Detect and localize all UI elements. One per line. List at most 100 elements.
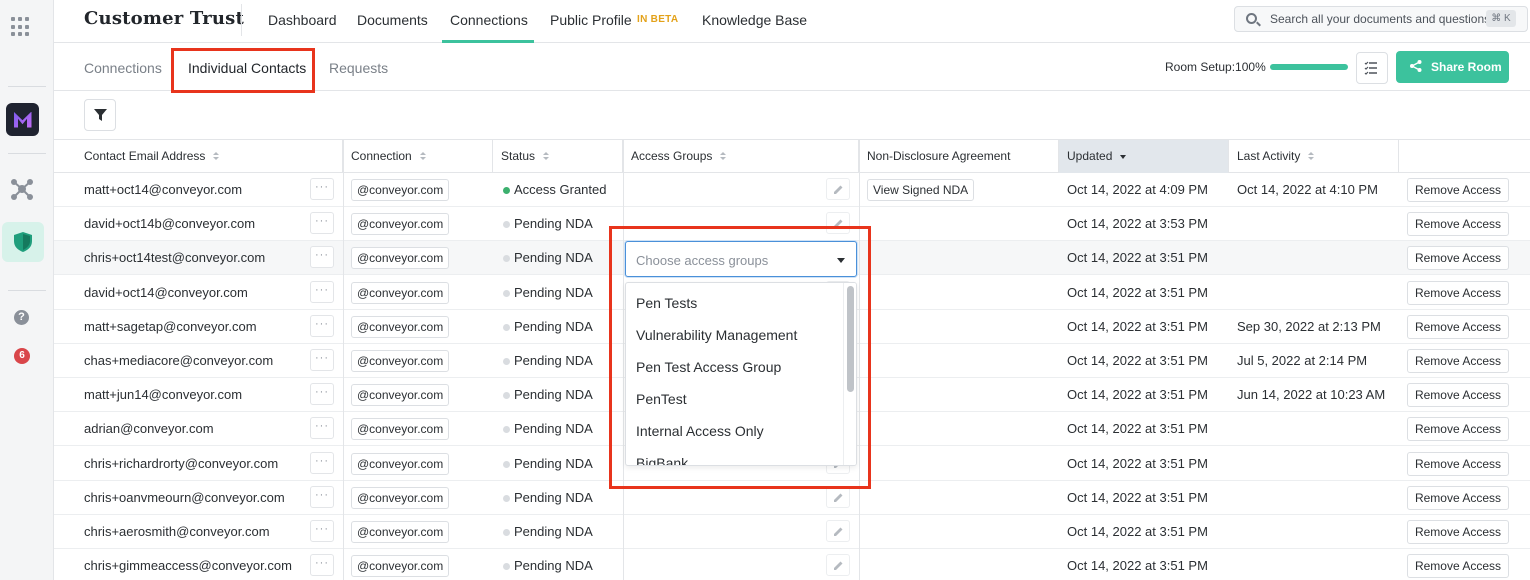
- nav-public-profile[interactable]: Public Profile: [550, 12, 632, 28]
- row-more-button[interactable]: ···: [310, 281, 334, 303]
- connection-chip: @conveyor.com: [351, 487, 450, 509]
- status-text: Access Granted: [514, 182, 607, 197]
- checklist-icon: [1364, 61, 1377, 75]
- last-activity-date: Oct 14, 2022 at 4:10 PM: [1237, 182, 1378, 197]
- status-dot: [503, 426, 510, 433]
- connection-chip: @conveyor.com: [351, 555, 450, 577]
- tab-requests[interactable]: Requests: [329, 60, 388, 76]
- remove-access-button[interactable]: Remove Access: [1407, 212, 1509, 236]
- contact-email: matt+jun14@conveyor.com: [84, 387, 243, 402]
- customer-trust-nav-button[interactable]: [2, 222, 44, 262]
- remove-access-button[interactable]: Remove Access: [1407, 383, 1509, 407]
- search-icon: [1246, 13, 1257, 24]
- remove-access-button[interactable]: Remove Access: [1407, 178, 1509, 202]
- top-navigation: Customer Trust Dashboard Documents Conne…: [54, 0, 1530, 43]
- header-actions: [1399, 140, 1530, 173]
- row-more-button[interactable]: ···: [310, 315, 334, 337]
- remove-access-button[interactable]: Remove Access: [1407, 486, 1509, 510]
- remove-access-button[interactable]: Remove Access: [1407, 520, 1509, 544]
- status-dot: [503, 392, 510, 399]
- share-room-button[interactable]: Share Room: [1396, 51, 1509, 83]
- remove-access-button[interactable]: Remove Access: [1407, 554, 1509, 578]
- sort-icon: [213, 152, 220, 161]
- app-grid-icon[interactable]: [11, 17, 31, 37]
- updated-date: Oct 14, 2022 at 3:51 PM: [1067, 387, 1208, 402]
- search-shortcut: ⌘ K: [1486, 10, 1516, 27]
- status-text: Pending NDA: [514, 490, 593, 505]
- remove-access-button[interactable]: Remove Access: [1407, 246, 1509, 270]
- contact-email: david+oct14@conveyor.com: [84, 285, 248, 300]
- updated-date: Oct 14, 2022 at 3:53 PM: [1067, 216, 1208, 231]
- room-setup-progress: [1270, 64, 1348, 70]
- contact-email: chris+richardrorty@conveyor.com: [84, 456, 279, 471]
- row-more-button[interactable]: ···: [310, 520, 334, 542]
- remove-access-button[interactable]: Remove Access: [1407, 452, 1509, 476]
- header-updated[interactable]: Updated: [1059, 140, 1229, 173]
- connection-chip: @conveyor.com: [351, 453, 450, 475]
- edit-access-groups-button[interactable]: [826, 520, 850, 542]
- search-placeholder: Search all your documents and questions: [1270, 12, 1491, 26]
- filter-button[interactable]: [84, 99, 116, 131]
- row-more-button[interactable]: ···: [310, 178, 334, 200]
- connection-chip: @conveyor.com: [351, 316, 450, 338]
- contact-email: chris+gimmeaccess@conveyor.com: [84, 558, 292, 573]
- status-dot: [503, 563, 510, 570]
- notification-badge[interactable]: 6: [14, 348, 30, 364]
- view-signed-nda-button[interactable]: View Signed NDA: [867, 179, 975, 201]
- row-more-button[interactable]: ···: [310, 554, 334, 576]
- remove-access-button[interactable]: Remove Access: [1407, 417, 1509, 441]
- connection-chip: @conveyor.com: [351, 350, 450, 372]
- remove-access-button[interactable]: Remove Access: [1407, 281, 1509, 305]
- status-dot: [503, 324, 510, 331]
- header-last-activity[interactable]: Last Activity: [1229, 140, 1399, 173]
- remove-access-button[interactable]: Remove Access: [1407, 315, 1509, 339]
- row-more-button[interactable]: ···: [310, 486, 334, 508]
- header-connection[interactable]: Connection: [343, 140, 493, 173]
- status-dot: [503, 255, 510, 262]
- status-text: Pending NDA: [514, 558, 593, 573]
- updated-date: Oct 14, 2022 at 3:51 PM: [1067, 353, 1208, 368]
- header-access-groups[interactable]: Access Groups: [623, 140, 859, 173]
- status-text: Pending NDA: [514, 353, 593, 368]
- row-more-button[interactable]: ···: [310, 452, 334, 474]
- rail-divider: [8, 153, 46, 154]
- last-activity-date: Jun 14, 2022 at 10:23 AM: [1237, 387, 1386, 402]
- tab-connections[interactable]: Connections: [84, 60, 162, 76]
- checklist-button[interactable]: [1356, 52, 1388, 84]
- header-email[interactable]: Contact Email Address: [54, 140, 343, 173]
- brand-divider: [241, 4, 242, 36]
- connection-chip: @conveyor.com: [351, 521, 450, 543]
- status-dot: [503, 529, 510, 536]
- status-text: Pending NDA: [514, 456, 593, 471]
- rail-divider: [8, 86, 46, 87]
- edit-access-groups-button[interactable]: [826, 178, 850, 200]
- row-more-button[interactable]: ···: [310, 349, 334, 371]
- connection-chip: @conveyor.com: [351, 179, 450, 201]
- contact-email: david+oct14b@conveyor.com: [84, 216, 256, 231]
- header-status[interactable]: Status: [493, 140, 623, 173]
- row-more-button[interactable]: ···: [310, 383, 334, 405]
- status-text: Pending NDA: [514, 421, 593, 436]
- updated-date: Oct 14, 2022 at 3:51 PM: [1067, 319, 1208, 334]
- updated-date: Oct 14, 2022 at 4:09 PM: [1067, 182, 1208, 197]
- sort-icon: [1308, 152, 1315, 161]
- status-text: Pending NDA: [514, 524, 593, 539]
- sort-desc-icon: [1120, 152, 1127, 161]
- help-icon[interactable]: ?: [14, 310, 29, 325]
- workspace-logo-icon[interactable]: [6, 103, 39, 136]
- edit-access-groups-button[interactable]: [826, 486, 850, 508]
- network-icon[interactable]: [9, 176, 35, 202]
- filter-icon: [94, 109, 107, 121]
- table-row: chris+gimmeaccess@conveyor.com ··· @convey…: [54, 549, 1530, 580]
- edit-access-groups-button[interactable]: [826, 554, 850, 576]
- search-input[interactable]: Search all your documents and questions …: [1234, 6, 1528, 32]
- nav-dashboard[interactable]: Dashboard: [268, 12, 337, 28]
- nav-documents[interactable]: Documents: [357, 12, 428, 28]
- remove-access-button[interactable]: Remove Access: [1407, 349, 1509, 373]
- nav-connections[interactable]: Connections: [442, 12, 534, 43]
- nav-knowledge-base[interactable]: Knowledge Base: [702, 12, 807, 28]
- row-more-button[interactable]: ···: [310, 246, 334, 268]
- row-more-button[interactable]: ···: [310, 417, 334, 439]
- column-divider: [343, 139, 344, 580]
- row-more-button[interactable]: ···: [310, 212, 334, 234]
